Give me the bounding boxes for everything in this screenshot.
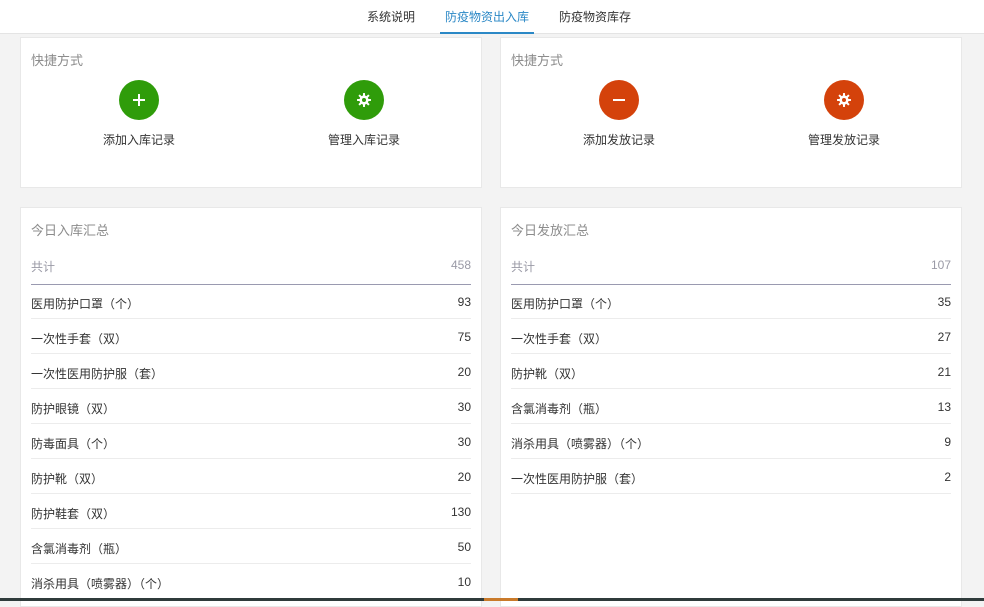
panel-title: 快捷方式 bbox=[31, 53, 84, 68]
plus-icon bbox=[133, 94, 145, 106]
minus-icon bbox=[613, 99, 625, 101]
item-value: 20 bbox=[457, 470, 471, 484]
summary-total-row: 共计 107 bbox=[511, 248, 951, 285]
list-item: 防护鞋套（双） 130 bbox=[31, 494, 471, 529]
list-item: 含氯消毒剂（瓶） 13 bbox=[511, 389, 951, 424]
panel-title: 今日入库汇总 bbox=[31, 223, 110, 238]
shortcut-label: 管理入库记录 bbox=[327, 133, 400, 147]
manage-circle bbox=[344, 80, 384, 120]
panel-title: 今日发放汇总 bbox=[511, 223, 590, 238]
item-value: 20 bbox=[457, 365, 471, 379]
manage-outbound-record-button[interactable]: 管理发放记录 bbox=[784, 80, 904, 148]
manage-circle bbox=[824, 80, 864, 120]
summary-list: 医用防护口罩（个） 93 一次性手套（双） 75 一次性医用防护服（套） 20 防护眼… bbox=[31, 284, 471, 599]
add-inbound-record-button[interactable]: 添加入库记录 bbox=[79, 80, 199, 148]
list-item: 医用防护口罩（个） 93 bbox=[31, 284, 471, 319]
list-item: 防毒面具（个） 30 bbox=[31, 424, 471, 459]
tab-inout[interactable]: 防疫物资出入库 bbox=[440, 0, 534, 34]
item-name: 医用防护口罩（个） bbox=[511, 297, 620, 311]
item-value: 27 bbox=[937, 330, 951, 344]
item-name: 防护靴（双） bbox=[31, 472, 104, 486]
add-circle bbox=[119, 80, 159, 120]
total-value: 107 bbox=[930, 258, 951, 272]
item-name: 防护靴（双） bbox=[511, 367, 584, 381]
list-item: 一次性医用防护服（套） 20 bbox=[31, 354, 471, 389]
item-name: 防毒面具（个） bbox=[31, 437, 116, 451]
item-name: 消杀用具（喷雾器）（个） bbox=[31, 577, 170, 591]
item-name: 含氯消毒剂（瓶） bbox=[511, 402, 608, 416]
total-value: 458 bbox=[450, 258, 471, 272]
tab-inventory[interactable]: 防疫物资库存 bbox=[552, 0, 638, 34]
item-name: 防护鞋套（双） bbox=[31, 507, 116, 521]
list-item: 消杀用具（喷雾器）（个） 10 bbox=[31, 564, 471, 599]
manage-inbound-record-button[interactable]: 管理入库记录 bbox=[304, 80, 424, 148]
shortcut-panel-inbound: 快捷方式 添加入库记录 管理入库记录 bbox=[20, 37, 482, 188]
list-item: 一次性手套（双） 27 bbox=[511, 319, 951, 354]
shortcut-panel-outbound: 快捷方式 添加发放记录 管理发放记录 bbox=[500, 37, 962, 188]
list-item: 一次性医用防护服（套） 2 bbox=[511, 459, 951, 494]
item-name: 一次性手套（双） bbox=[31, 332, 128, 346]
item-name: 一次性手套（双） bbox=[511, 332, 608, 346]
item-value: 35 bbox=[937, 295, 951, 309]
item-value: 9 bbox=[944, 435, 951, 449]
item-value: 30 bbox=[457, 435, 471, 449]
item-name: 防护眼镜（双） bbox=[31, 402, 116, 416]
item-value: 130 bbox=[450, 505, 471, 519]
list-item: 消杀用具（喷雾器）（个） 9 bbox=[511, 424, 951, 459]
list-item: 含氯消毒剂（瓶） 50 bbox=[31, 529, 471, 564]
shortcut-label: 管理发放记录 bbox=[807, 133, 880, 147]
list-item: 防护眼镜（双） 30 bbox=[31, 389, 471, 424]
item-value: 13 bbox=[937, 400, 951, 414]
list-item: 防护靴（双） 21 bbox=[511, 354, 951, 389]
summary-list: 医用防护口罩（个） 35 一次性手套（双） 27 防护靴（双） 21 含氯消毒剂（瓶）… bbox=[511, 284, 951, 494]
shortcut-label: 添加发放记录 bbox=[582, 133, 655, 147]
item-name: 一次性医用防护服（套） bbox=[511, 472, 644, 486]
top-nav: 系统说明 防疫物资出入库 防疫物资库存 bbox=[0, 0, 984, 34]
total-label: 共计 bbox=[511, 260, 536, 274]
item-name: 医用防护口罩（个） bbox=[31, 297, 140, 311]
shortcut-label: 添加入库记录 bbox=[102, 133, 175, 147]
list-item: 防护靴（双） 20 bbox=[31, 459, 471, 494]
item-value: 30 bbox=[457, 400, 471, 414]
item-value: 75 bbox=[457, 330, 471, 344]
item-value: 93 bbox=[457, 295, 471, 309]
add-outbound-record-button[interactable]: 添加发放记录 bbox=[559, 80, 679, 148]
item-value: 2 bbox=[944, 470, 951, 484]
summary-total-row: 共计 458 bbox=[31, 248, 471, 285]
total-label: 共计 bbox=[31, 260, 56, 274]
gear-icon bbox=[357, 93, 371, 107]
outbound-summary-panel: 今日发放汇总 共计 107 医用防护口罩（个） 35 一次性手套（双） 27 防护靴… bbox=[500, 207, 962, 607]
inbound-summary-panel: 今日入库汇总 共计 458 医用防护口罩（个） 93 一次性手套（双） 75 一次性… bbox=[20, 207, 482, 607]
item-value: 21 bbox=[937, 365, 951, 379]
list-item: 一次性手套（双） 75 bbox=[31, 319, 471, 354]
item-name: 含氯消毒剂（瓶） bbox=[31, 542, 128, 556]
gear-icon bbox=[837, 93, 851, 107]
item-name: 消杀用具（喷雾器）（个） bbox=[511, 437, 650, 451]
item-name: 一次性医用防护服（套） bbox=[31, 367, 164, 381]
list-item: 医用防护口罩（个） 35 bbox=[511, 284, 951, 319]
panel-title: 快捷方式 bbox=[511, 53, 564, 68]
tab-system-info[interactable]: 系统说明 bbox=[360, 0, 422, 34]
item-value: 10 bbox=[457, 575, 471, 589]
item-value: 50 bbox=[457, 540, 471, 554]
add-circle bbox=[599, 80, 639, 120]
